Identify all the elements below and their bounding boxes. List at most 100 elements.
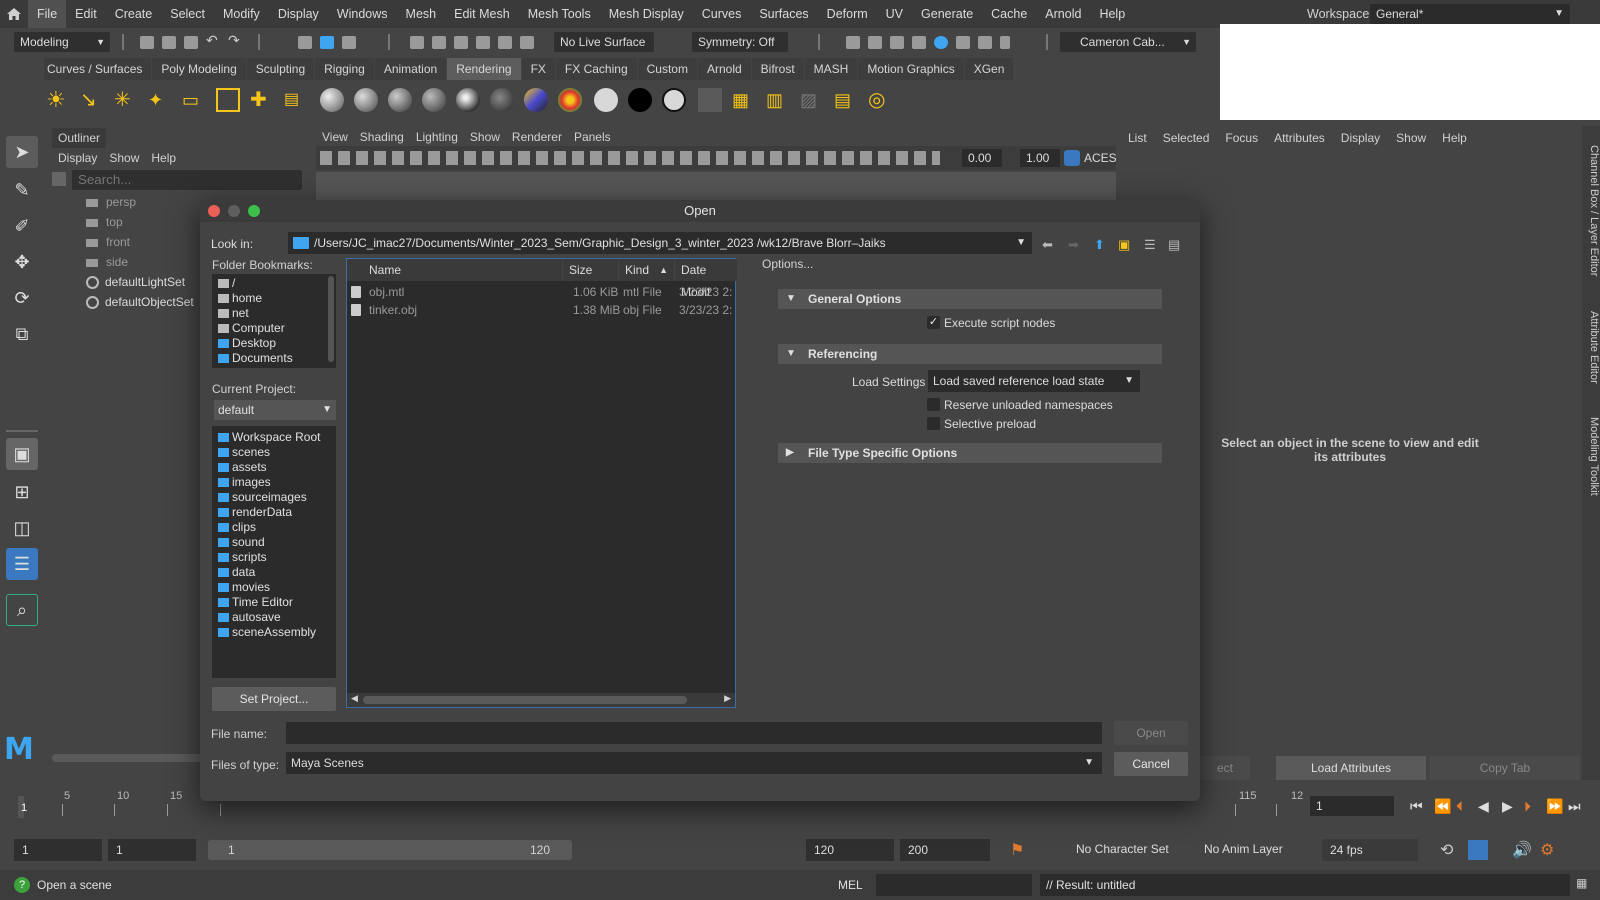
menu-mesh-display[interactable]: Mesh Display [600, 0, 693, 28]
cache-playback-icon[interactable] [1468, 840, 1488, 860]
new-folder-icon[interactable]: ▣ [1118, 237, 1130, 253]
pause-icon[interactable] [1000, 36, 1010, 49]
directional-light-icon[interactable]: ↘ [80, 88, 104, 112]
project-folders-list[interactable]: Workspace Root scenes assets images sour… [212, 426, 336, 678]
script-editor-icon[interactable]: ▦ [1576, 876, 1587, 890]
attr-menu-focus[interactable]: Focus [1217, 128, 1266, 148]
layered-shader-icon[interactable] [524, 88, 548, 112]
file-row[interactable]: obj.mtl 1.06 KiB mtl File 3/23/23 2: [347, 283, 737, 301]
files-of-type-dropdown[interactable]: Maya Scenes ▼ [286, 752, 1102, 774]
menuset-dropdown[interactable]: Modeling ▼ [14, 32, 110, 52]
load-settings-dropdown[interactable]: Load saved reference load state ▼ [928, 370, 1140, 392]
menu-surfaces[interactable]: Surfaces [750, 0, 817, 28]
reserve-namespaces-checkbox[interactable] [927, 398, 940, 411]
bookmark-desktop[interactable]: Desktop [218, 336, 276, 351]
area-light-icon[interactable]: ▭ [182, 88, 206, 112]
snap-curve-icon[interactable] [432, 36, 446, 49]
tab-custom[interactable]: Custom [637, 58, 697, 80]
viewport-toolbar-icons[interactable] [320, 151, 940, 165]
hypershade-icon[interactable] [934, 36, 948, 49]
panel-menu-renderer[interactable]: Renderer [506, 128, 568, 146]
tab-curves-surfaces[interactable]: Curves / Surfaces [38, 58, 152, 80]
render-frame-icon[interactable] [868, 36, 882, 49]
open-button[interactable]: Open [1114, 721, 1188, 745]
menu-curves[interactable]: Curves [693, 0, 751, 28]
paint-select-icon[interactable]: ✐ [6, 210, 38, 242]
lambert-material-icon[interactable] [354, 88, 378, 112]
outliner-item-top[interactable]: top [86, 212, 123, 232]
project-folder[interactable]: sourceimages [218, 490, 307, 505]
play-backward-icon[interactable]: ◀ [1478, 798, 1489, 815]
viewport[interactable] [316, 172, 1116, 202]
general-options-header[interactable]: ▼ General Options [778, 289, 1162, 309]
attr-menu-show[interactable]: Show [1388, 128, 1434, 148]
project-folder[interactable]: sceneAssembly [218, 625, 316, 640]
attr-menu-attributes[interactable]: Attributes [1266, 128, 1333, 148]
menu-generate[interactable]: Generate [912, 0, 982, 28]
panel-menu-show[interactable]: Show [464, 128, 506, 146]
tab-channel-box[interactable]: Channel Box / Layer Editor [1582, 136, 1600, 286]
bookmark-net[interactable]: net [218, 306, 249, 321]
tab-sculpting[interactable]: Sculpting [246, 58, 315, 80]
workspace-dropdown[interactable]: General* ▼ [1370, 4, 1570, 24]
project-folder[interactable]: renderData [218, 505, 292, 520]
blinn-material-icon[interactable] [320, 88, 344, 112]
render-layer-icon[interactable]: ▥ [766, 88, 790, 112]
folder-bookmarks-list[interactable]: / home net Computer Desktop Documents [212, 274, 336, 368]
tab-animation[interactable]: Animation [374, 58, 447, 80]
load-attributes-button[interactable]: Load Attributes [1276, 756, 1426, 780]
snap-point-icon[interactable] [454, 36, 468, 49]
project-folder[interactable]: Time Editor [218, 595, 293, 610]
colorspace-label[interactable]: ACES [1084, 149, 1117, 167]
redo-icon[interactable]: ↷ [228, 32, 242, 48]
outliner-item-persp[interactable]: persp [86, 192, 136, 212]
spot-light-icon[interactable]: ✦ [148, 88, 172, 112]
anim-layer-dropdown[interactable]: No Anim Layer [1204, 842, 1283, 856]
surface-shader-icon[interactable] [490, 88, 514, 112]
go-to-end-icon[interactable]: ⏭ [1568, 798, 1581, 815]
point-light-icon[interactable]: ✳ [114, 88, 138, 112]
rotate-tool-icon[interactable]: ⟳ [6, 282, 38, 314]
undo-icon[interactable]: ↶ [206, 32, 220, 48]
render-sequence-icon[interactable]: ▤ [834, 88, 858, 112]
current-project-dropdown[interactable]: default ▼ [214, 400, 336, 420]
menu-file[interactable]: File [28, 0, 67, 28]
step-forward-icon[interactable]: ⏩ [1546, 798, 1563, 815]
light-editor-icon[interactable] [978, 36, 992, 49]
range-slider[interactable]: 1 120 [208, 840, 572, 860]
project-folder[interactable]: images [218, 475, 271, 490]
tab-mash[interactable]: MASH [804, 58, 858, 80]
filter-icon[interactable] [52, 172, 66, 186]
attr-menu-help[interactable]: Help [1434, 128, 1475, 148]
script-language-toggle[interactable]: MEL [838, 878, 863, 892]
back-icon[interactable]: ⬅ [1042, 237, 1053, 253]
file-row[interactable]: tinker.obj 1.38 MiB obj File 3/23/23 2: [347, 301, 737, 319]
render-settings-icon[interactable] [912, 36, 926, 49]
render-globals-icon[interactable] [698, 88, 722, 112]
live-surface-field[interactable]: No Live Surface [554, 32, 654, 52]
fps-dropdown[interactable]: 24 fps [1322, 839, 1418, 861]
loop-icon[interactable]: ⟲ [1440, 840, 1453, 860]
next-key-icon[interactable]: ⏵ [1524, 798, 1531, 815]
project-folder[interactable]: Workspace Root [218, 430, 320, 445]
copy-tab-button[interactable]: Copy Tab [1430, 756, 1580, 780]
menu-windows[interactable]: Windows [328, 0, 397, 28]
play-forward-icon[interactable]: ▶ [1502, 798, 1513, 815]
tab-fx-caching[interactable]: FX Caching [555, 58, 637, 80]
anisotropic-material-icon[interactable] [456, 88, 480, 112]
attr-menu-selected[interactable]: Selected [1155, 128, 1218, 148]
select-object-icon[interactable] [320, 36, 334, 49]
menu-cache[interactable]: Cache [982, 0, 1036, 28]
minimize-window-button[interactable] [228, 205, 240, 217]
batch-render-icon[interactable]: ▦ [732, 88, 756, 112]
two-view-layout-icon[interactable]: ◫ [6, 512, 38, 544]
file-name-input[interactable] [286, 722, 1102, 744]
maximize-window-button[interactable] [248, 205, 260, 217]
menu-select[interactable]: Select [161, 0, 214, 28]
outliner-tab[interactable]: Outliner [52, 128, 107, 148]
command-input[interactable] [876, 874, 1032, 896]
color-management-icon[interactable] [1064, 150, 1080, 166]
snap-grid-icon[interactable] [410, 36, 424, 49]
column-date[interactable]: Date Modif [675, 259, 737, 299]
bookmark-home[interactable]: home [218, 291, 262, 306]
